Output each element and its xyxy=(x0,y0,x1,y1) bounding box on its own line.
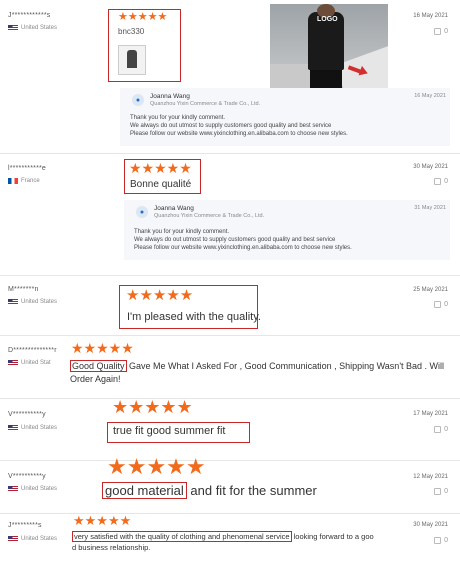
reply-line: Thank you for your kindly comment. xyxy=(134,229,230,235)
review-text: Bonne qualité xyxy=(130,179,192,190)
reply-line: We always do out utmost to supply custom… xyxy=(130,123,332,129)
divider xyxy=(0,153,460,154)
review-text: bnc330 xyxy=(118,27,145,36)
review-text: good material and fit for the summer xyxy=(102,482,317,499)
reply-line: Please follow our website www.yixincloth… xyxy=(134,245,352,251)
reviewer-country: United States xyxy=(8,536,57,542)
thumbs-up-icon xyxy=(434,488,442,495)
review-date: 25 May 2021 xyxy=(413,287,448,293)
seller-company: Quanzhou Yixin Commerce & Trade Co., Ltd… xyxy=(154,213,265,219)
like-button[interactable]: 0 xyxy=(434,537,448,544)
reply-date: 16 May 2021 xyxy=(414,93,446,99)
reply-line: Please follow our website www.yixincloth… xyxy=(130,131,348,137)
review-date: 16 May 2021 xyxy=(413,13,448,19)
like-count: 0 xyxy=(444,537,448,544)
review-text-rest: and fit for the summer xyxy=(186,483,317,498)
rating-stars: ★★★★★ xyxy=(73,513,132,528)
seller-name: Joanna Wang xyxy=(150,93,190,100)
reviewer-name: J*********s xyxy=(8,522,42,529)
reviewer-country: France xyxy=(8,178,40,184)
rating-stars: ★★★★★ xyxy=(112,397,193,417)
rating-stars: ★★★★★ xyxy=(126,287,194,304)
review-text: true fit good summer fit xyxy=(113,425,226,437)
highlighted-phrase: good material xyxy=(102,482,187,499)
thumbs-up-icon xyxy=(434,28,442,35)
divider xyxy=(0,335,460,336)
review-photo-thumbnail[interactable] xyxy=(118,45,146,75)
country-label: United States xyxy=(21,425,58,431)
like-button[interactable]: 0 xyxy=(434,28,448,35)
reviewer-name: J************s xyxy=(8,12,51,19)
review-text-line2: Order Again! xyxy=(70,374,121,384)
us-flag-icon xyxy=(8,360,18,366)
thumbs-up-icon xyxy=(434,426,442,433)
us-flag-icon xyxy=(8,486,18,492)
seller-reply: ● Joanna Wang Quanzhou Yixin Commerce & … xyxy=(124,200,450,260)
france-flag-icon xyxy=(8,178,18,184)
country-label: France xyxy=(21,178,40,184)
review-text-rest: Gave Me What I Asked For , Good Communic… xyxy=(126,361,445,371)
country-label: United States xyxy=(21,299,58,305)
review-text-line2: d business relationship. xyxy=(72,543,151,552)
highlighted-phrase: very satisfied with the quality of cloth… xyxy=(72,531,292,542)
reviewer-name: D**************r xyxy=(8,347,57,354)
divider xyxy=(0,460,460,461)
reply-line: We always do out utmost to supply custom… xyxy=(134,237,336,243)
seller-company: Quanzhou Yixin Commerce & Trade Co., Ltd… xyxy=(150,101,261,107)
rating-stars: ★★★★★ xyxy=(71,340,134,356)
reply-date: 31 May 2021 xyxy=(414,205,446,211)
like-button[interactable]: 0 xyxy=(434,488,448,495)
review-text: Good Quality Gave Me What I Asked For , … xyxy=(70,360,445,372)
like-count: 0 xyxy=(444,426,448,433)
avatar-icon: ● xyxy=(136,206,148,218)
thumbs-up-icon xyxy=(434,301,442,308)
reviewer-country: United States xyxy=(8,299,57,305)
us-flag-icon xyxy=(8,25,18,31)
seller-reply: ● Joanna Wang Quanzhou Yixin Commerce & … xyxy=(120,88,450,146)
logo-text: LOGO xyxy=(317,16,338,23)
reviewer-name: M*******n xyxy=(8,286,39,293)
rating-stars: ★★★★★ xyxy=(129,160,192,176)
divider xyxy=(0,398,460,399)
like-button[interactable]: 0 xyxy=(434,301,448,308)
like-button[interactable]: 0 xyxy=(434,426,448,433)
avatar-icon: ● xyxy=(132,94,144,106)
like-button[interactable]: 0 xyxy=(434,178,448,185)
reply-line: Thank you for your kindly comment. xyxy=(130,115,226,121)
divider xyxy=(0,513,460,514)
country-label: United States xyxy=(21,25,58,31)
like-count: 0 xyxy=(444,28,448,35)
review-date: 30 May 2021 xyxy=(413,522,448,528)
reviewer-name: V**********y xyxy=(8,473,46,480)
review-date: 30 May 2021 xyxy=(413,164,448,170)
us-flag-icon xyxy=(8,299,18,305)
reviewer-country: United States xyxy=(8,486,57,492)
reviewer-name: V**********y xyxy=(8,411,46,418)
reviewer-country: United States xyxy=(8,25,57,31)
review-text-rest: looking forward to a goo xyxy=(291,532,374,541)
rating-stars: ★★★★★ xyxy=(107,454,206,479)
reviewer-country: United States xyxy=(8,425,57,431)
reviewer-country: United Stat xyxy=(8,360,51,366)
review-date: 12 May 2021 xyxy=(413,474,448,480)
like-count: 0 xyxy=(444,488,448,495)
review-date: 17 May 2021 xyxy=(413,411,448,417)
like-count: 0 xyxy=(444,178,448,185)
rating-stars: ★★★★★ xyxy=(118,11,168,23)
country-label: United States xyxy=(21,486,58,492)
highlighted-phrase: Good Quality xyxy=(70,360,127,372)
thumbs-up-icon xyxy=(434,537,442,544)
reviewer-name: l***********e xyxy=(8,165,47,172)
us-flag-icon xyxy=(8,536,18,542)
country-label: United States xyxy=(21,536,58,542)
seller-name: Joanna Wang xyxy=(154,205,194,212)
review-text: very satisfied with the quality of cloth… xyxy=(72,531,374,542)
like-count: 0 xyxy=(444,301,448,308)
divider xyxy=(0,275,460,276)
country-label: United Stat xyxy=(21,360,51,366)
thumbs-up-icon xyxy=(434,178,442,185)
review-text: I'm pleased with the quality. xyxy=(127,311,261,323)
us-flag-icon xyxy=(8,425,18,431)
